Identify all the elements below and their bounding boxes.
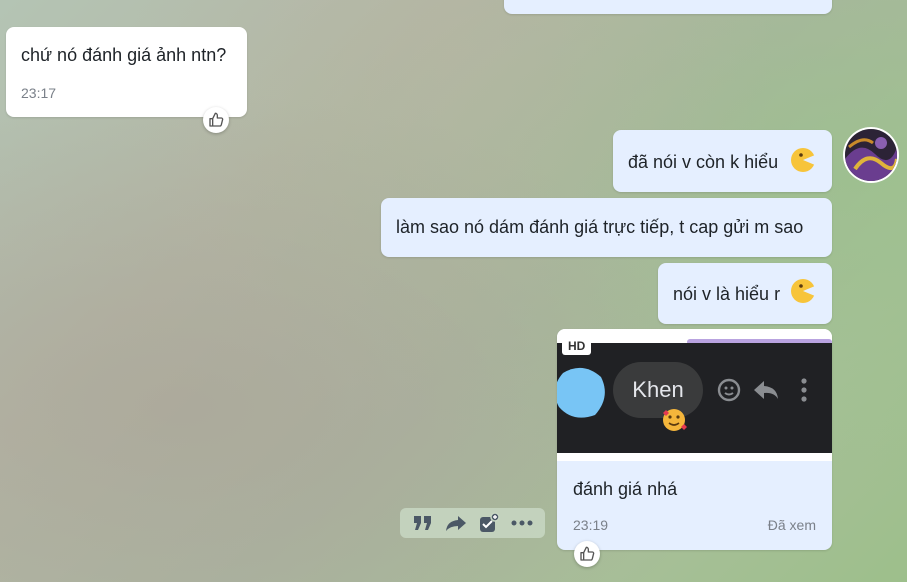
message-text: nói v là hiểu r xyxy=(673,284,781,304)
add-todo-button[interactable] xyxy=(477,511,501,535)
more-icon xyxy=(511,520,533,526)
message-caption: đánh giá nhá xyxy=(573,479,678,499)
image-message-card[interactable]: Khen HD đánh giá nhá 23:19 Đã xem xyxy=(557,329,832,550)
image-bottom-strip xyxy=(557,453,832,461)
image-thumbnail[interactable]: Khen xyxy=(557,343,832,453)
quote-button[interactable] xyxy=(411,511,435,535)
message-text: làm sao nó dám đánh giá trực tiếp, t cap… xyxy=(396,217,804,237)
image-top-strip xyxy=(557,329,832,345)
message-bubble-received[interactable]: chứ nó đánh giá ảnh ntn? 23:17 xyxy=(6,27,247,117)
avatar[interactable] xyxy=(845,129,897,181)
smiley-icon xyxy=(717,378,741,402)
pacman-grin-emoji xyxy=(791,148,816,172)
thumbs-up-icon xyxy=(580,546,595,561)
quote-icon xyxy=(413,516,431,530)
message-bubble-partial xyxy=(504,0,832,14)
message-bubble-sent[interactable]: nói v là hiểu r xyxy=(658,263,832,324)
heart-face-emoji xyxy=(663,409,687,431)
seen-status: Đã xem xyxy=(767,517,816,533)
message-text: chứ nó đánh giá ảnh ntn? xyxy=(21,45,227,65)
message-action-toolbar xyxy=(400,508,545,538)
reply-icon xyxy=(754,381,778,399)
like-reaction-button[interactable] xyxy=(203,107,229,133)
image-bubble-text: Khen xyxy=(613,362,703,418)
message-bubble-sent[interactable]: đã nói v còn k hiểu xyxy=(613,130,832,192)
vertical-dots-icon xyxy=(801,378,807,402)
blue-blob-shape xyxy=(557,367,605,418)
forward-button[interactable] xyxy=(444,511,468,535)
message-text: đã nói v còn k hiểu xyxy=(628,152,779,172)
thumbs-up-icon xyxy=(209,112,224,127)
message-time: 23:17 xyxy=(21,85,57,101)
add-todo-icon xyxy=(480,512,500,532)
message-time: 23:19 xyxy=(573,517,609,533)
like-reaction-button[interactable] xyxy=(574,541,600,567)
pacman-grin-emoji xyxy=(791,279,816,303)
avatar-image xyxy=(845,129,897,181)
more-button[interactable] xyxy=(510,511,534,535)
message-bubble-sent[interactable]: làm sao nó dám đánh giá trực tiếp, t cap… xyxy=(381,198,832,257)
hd-badge: HD xyxy=(562,337,592,355)
forward-icon xyxy=(445,516,466,531)
